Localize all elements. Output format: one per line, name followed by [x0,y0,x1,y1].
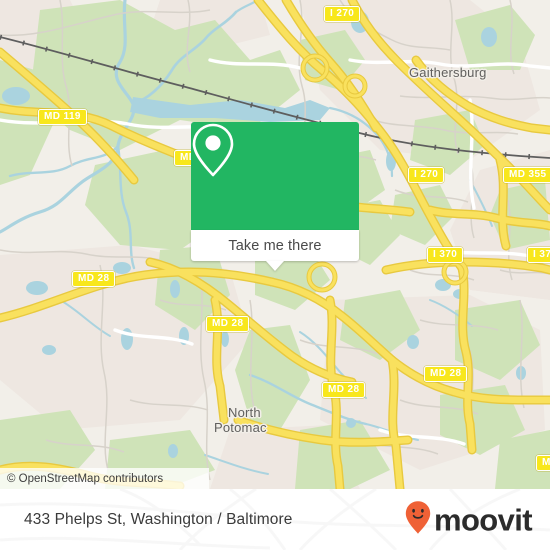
road-shield-md28-east: MD 28 [424,366,468,382]
road-shield-md28-west: MD 28 [72,271,116,287]
popup-pointer-tail [266,261,284,271]
moovit-wordmark: moovit [433,502,533,537]
road-shield-i370: I 370 [427,247,464,263]
map-canvas[interactable]: Gaithersburg North Potomac I 270 MD 119 … [0,0,550,489]
take-me-there-button[interactable]: Take me there [191,230,359,261]
road-shield-i270-mid: I 270 [408,167,445,183]
road-shield-md355: MD 355 [503,167,550,183]
moovit-logo[interactable]: moovit [405,500,533,539]
moovit-smiling-pin-icon [405,500,431,539]
osm-attribution[interactable]: © OpenStreetMap contributors [0,468,209,489]
destination-popup-card[interactable]: Take me there [191,122,359,271]
road-shield-i270-north: I 270 [324,6,361,22]
road-shield-md119: MD 119 [38,109,87,125]
road-shield-md28-center: MD 28 [206,316,250,332]
road-shield-md-edge: MD [536,455,550,471]
osm-attribution-text: © OpenStreetMap contributors [7,472,164,485]
footer-bar: 433 Phelps St, Washington / Baltimore mo… [0,489,550,550]
map-page: Gaithersburg North Potomac I 270 MD 119 … [0,0,550,550]
popup-header [191,122,359,230]
road-shield-i370-edge: I 37 [527,247,550,263]
road-shield-md28-south: MD 28 [322,382,366,398]
address-label: 433 Phelps St, Washington / Baltimore [24,510,293,528]
take-me-there-label: Take me there [228,237,322,254]
